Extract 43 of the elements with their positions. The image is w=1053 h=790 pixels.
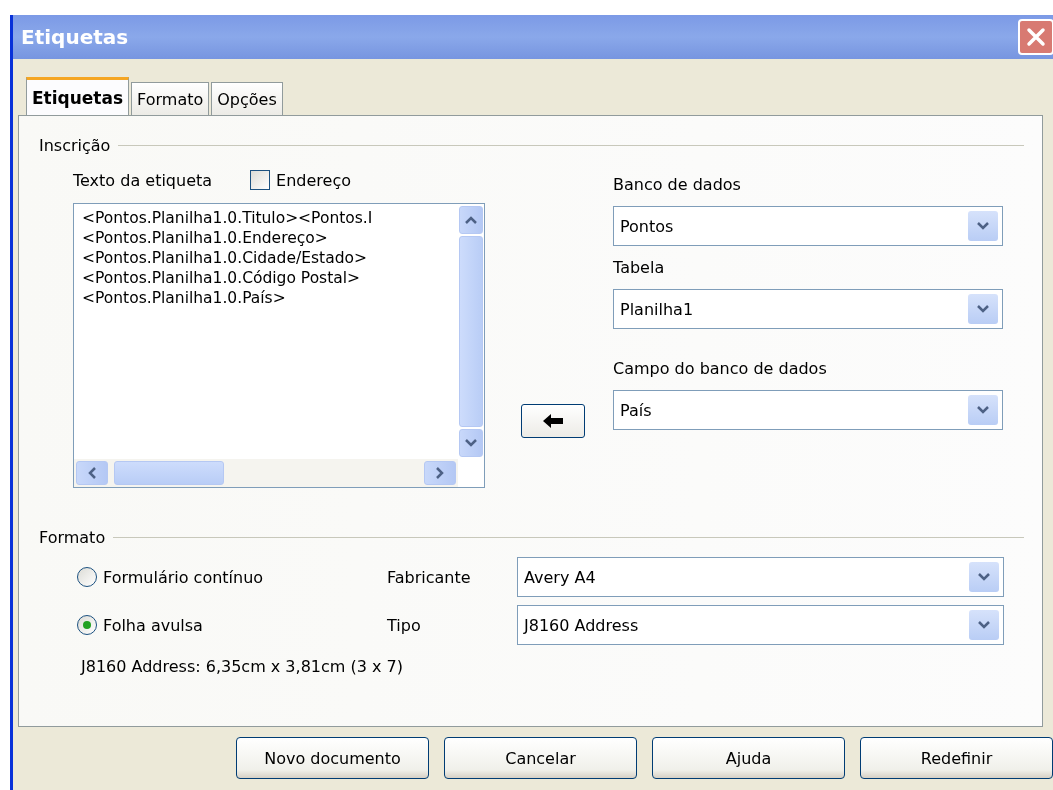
- window-title: Etiquetas: [21, 25, 129, 49]
- tab[interactable]: Formato: [131, 82, 210, 115]
- dialog-button[interactable]: Cancelar: [444, 737, 637, 779]
- dialog-button[interactable]: Redefinir: [860, 737, 1053, 779]
- label-text-area[interactable]: <Pontos.Planilha1.0.Titulo><Pontos.I <Pontos.Planilha1.0.Endereço> <Pontos.Planilha1.0.Cidade/Estado> <Pontos.Planilha1.0.Código Postal> <Pontos.Planilha1.0.País>: [73, 203, 485, 488]
- insert-field-button[interactable]: [521, 404, 585, 438]
- dialog-button[interactable]: Novo documento: [236, 737, 429, 779]
- text-line: <Pontos.Planilha1.0.Titulo><Pontos.I: [82, 208, 374, 228]
- field-label: Tabela: [613, 258, 666, 277]
- field-label: Fabricante: [387, 567, 472, 587]
- field-label: Texto da etiqueta: [73, 170, 213, 190]
- close-button[interactable]: [1018, 19, 1053, 55]
- text-line: <Pontos.Planilha1.0.Cidade/Estado>: [82, 248, 368, 268]
- dropdown[interactable]: País: [613, 390, 1003, 430]
- tab[interactable]: Etiquetas: [26, 77, 130, 115]
- tab[interactable]: Opções: [211, 82, 283, 115]
- address-checkbox[interactable]: Endereço: [250, 170, 351, 190]
- dropdown[interactable]: Avery A4: [517, 557, 1004, 597]
- close-icon: [1025, 26, 1047, 48]
- dropdown[interactable]: J8160 Address: [517, 605, 1004, 645]
- text-line: <Pontos.Planilha1.0.Código Postal>: [82, 268, 362, 288]
- group-title: Formato: [39, 528, 106, 547]
- horizontal-scrollbar[interactable]: [74, 459, 458, 487]
- radio-option[interactable]: Formulário contínuo: [77, 557, 387, 597]
- text-line: <Pontos.Planilha1.0.Endereço>: [82, 228, 329, 248]
- scroll-down-icon[interactable]: [459, 429, 483, 457]
- text-line: <Pontos.Planilha1.0.País>: [82, 288, 287, 308]
- scroll-left-icon[interactable]: [76, 461, 108, 485]
- field-label: Campo do banco de dados: [613, 359, 828, 378]
- vertical-scrollbar[interactable]: [458, 204, 484, 459]
- dialog-button[interactable]: Ajuda: [652, 737, 845, 779]
- radio-option[interactable]: Folha avulsa: [77, 605, 387, 645]
- group-title: Inscrição: [39, 136, 111, 155]
- label-size-text: J8160 Address: 6,35cm x 3,81cm (3 x 7): [79, 657, 404, 676]
- field-label: Tipo: [387, 615, 422, 635]
- field-label: Banco de dados: [613, 175, 742, 194]
- scroll-right-icon[interactable]: [424, 461, 456, 485]
- dropdown[interactable]: Pontos: [613, 206, 1003, 246]
- dropdown[interactable]: Planilha1: [613, 289, 1003, 329]
- scroll-up-icon[interactable]: [459, 206, 483, 234]
- scroll-thumb[interactable]: [114, 461, 224, 485]
- left-arrow-icon: [542, 413, 564, 429]
- scroll-thumb[interactable]: [459, 236, 483, 427]
